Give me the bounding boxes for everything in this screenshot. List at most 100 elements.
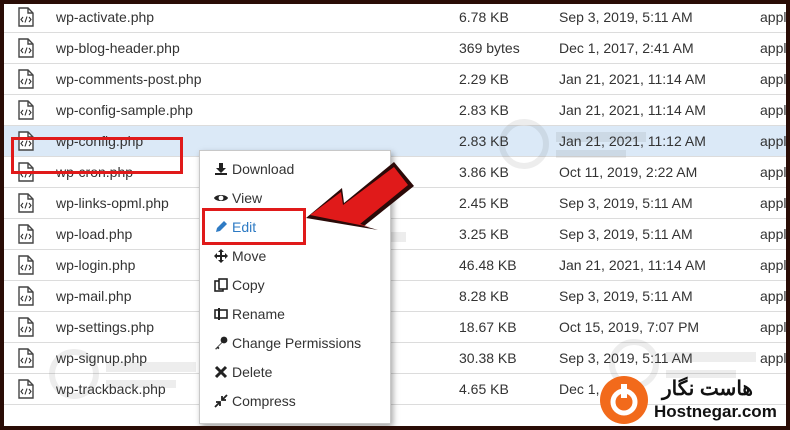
file-size: 2.83 KB — [459, 102, 509, 118]
file-name[interactable]: wp-blog-header.php — [56, 40, 180, 56]
file-row[interactable]: wp-settings.php 18.67 KB Oct 15, 2019, 7:0… — [4, 312, 790, 343]
file-type: applic — [760, 226, 790, 242]
file-size: 369 bytes — [459, 40, 520, 56]
file-row[interactable]: wp-blog-header.php 369 bytes Dec 1, 2017, … — [4, 33, 790, 64]
logo-text-english: Hostnegar.com — [654, 402, 777, 421]
menu-item-label: Copy — [232, 277, 265, 293]
file-type: applic — [760, 71, 790, 87]
copy-icon — [214, 278, 228, 292]
file-size: 2.83 KB — [459, 133, 509, 149]
file-modified-date: Jan 21, 2021, 11:14 AM — [559, 257, 706, 273]
file-name[interactable]: wp-load.php — [56, 226, 132, 242]
file-size: 6.78 KB — [459, 9, 509, 25]
file-type: applic — [760, 9, 790, 25]
php-file-icon — [18, 100, 34, 120]
file-name[interactable]: wp-trackback.php — [56, 381, 166, 397]
menu-item-rename[interactable]: Rename — [214, 303, 285, 325]
file-modified-date: Jan 21, 2021, 11:14 AM — [559, 71, 706, 87]
file-size: 18.67 KB — [459, 319, 517, 335]
file-modified-date: Jan 21, 2021, 11:14 AM — [559, 102, 706, 118]
x-icon — [214, 365, 228, 379]
file-name[interactable]: wp-links-opml.php — [56, 195, 169, 211]
php-file-icon — [18, 7, 34, 27]
file-modified-date: Dec 1, — [559, 381, 600, 397]
power-icon — [610, 384, 638, 416]
menu-item-label: Delete — [232, 364, 273, 380]
file-type: applic — [760, 195, 790, 211]
file-name[interactable]: wp-mail.php — [56, 288, 131, 304]
file-type: applic — [760, 40, 790, 56]
file-size: 46.48 KB — [459, 257, 517, 273]
php-file-icon — [18, 38, 34, 58]
file-modified-date: Sep 3, 2019, 5:11 AM — [559, 9, 693, 25]
php-file-icon — [18, 286, 34, 306]
file-modified-date: Sep 3, 2019, 5:11 AM — [559, 350, 693, 366]
highlight-box-edit — [202, 208, 306, 245]
logo-text-persian: هاست نگار — [662, 378, 753, 400]
file-row[interactable]: wp-mail.php 8.28 KB Sep 3, 2019, 5:11 AM ap… — [4, 281, 790, 312]
file-type: applic — [760, 350, 790, 366]
file-modified-date: Oct 11, 2019, 2:22 AM — [559, 164, 698, 180]
file-name[interactable]: wp-activate.php — [56, 9, 154, 25]
file-type: applic — [760, 288, 790, 304]
file-type: applic — [760, 319, 790, 335]
file-name[interactable]: wp-comments-post.php — [56, 71, 202, 87]
file-manager-window: wp-activate.php 6.78 KB Sep 3, 2019, 5:11 … — [0, 0, 790, 430]
file-row[interactable]: wp-activate.php 6.78 KB Sep 3, 2019, 5:11 … — [4, 4, 790, 33]
brand-logo: هاست نگار Hostnegar.com — [600, 372, 786, 426]
file-modified-date: Sep 3, 2019, 5:11 AM — [559, 288, 693, 304]
key-icon — [215, 336, 228, 350]
rename-icon — [214, 308, 228, 320]
menu-item-label: Change Permissions — [232, 335, 362, 351]
file-size: 3.25 KB — [459, 226, 509, 242]
file-size: 2.45 KB — [459, 195, 509, 211]
file-size: 3.86 KB — [459, 164, 509, 180]
file-type: applic — [760, 164, 790, 180]
file-row[interactable]: wp-signup.php 30.38 KB Sep 3, 2019, 5:11 A… — [4, 343, 790, 374]
php-file-icon — [18, 379, 34, 399]
logo-mark — [600, 376, 648, 424]
file-modified-date: Oct 15, 2019, 7:07 PM — [559, 319, 700, 335]
highlight-box-filename — [11, 137, 183, 174]
menu-item-compress[interactable]: Compress — [214, 390, 296, 412]
file-name[interactable]: wp-login.php — [56, 257, 135, 273]
file-row[interactable]: wp-login.php 46.48 KB Jan 21, 2021, 11:14 … — [4, 250, 790, 281]
file-modified-date: Dec 1, 2017, 2:41 AM — [559, 40, 694, 56]
file-type: applic — [760, 102, 790, 118]
file-row[interactable]: wp-config-sample.php 2.83 KB Jan 21, 2021,… — [4, 95, 790, 126]
menu-item-move[interactable]: Move — [214, 245, 266, 267]
menu-item-label: Download — [232, 161, 295, 177]
menu-item-delete[interactable]: Delete — [214, 361, 272, 383]
download-icon — [215, 163, 227, 175]
php-file-icon — [18, 255, 34, 275]
eye-icon — [214, 195, 228, 201]
file-name[interactable]: wp-settings.php — [56, 319, 154, 335]
menu-item-copy[interactable]: Copy — [214, 274, 265, 296]
file-size: 4.65 KB — [459, 381, 509, 397]
file-size: 8.28 KB — [459, 288, 509, 304]
file-type: applic — [760, 133, 790, 149]
move-arrows-icon — [214, 249, 228, 263]
file-name[interactable]: wp-config-sample.php — [56, 102, 193, 118]
php-file-icon — [18, 224, 34, 244]
menu-item-view[interactable]: View — [214, 187, 262, 209]
file-row[interactable]: wp-comments-post.php 2.29 KB Jan 21, 2021,… — [4, 64, 790, 95]
menu-item-label: Compress — [232, 393, 296, 409]
menu-item-label: View — [232, 190, 263, 206]
php-file-icon — [18, 69, 34, 89]
menu-item-label: Move — [232, 248, 267, 264]
file-modified-date: Jan 21, 2021, 11:12 AM — [559, 133, 706, 149]
pointer-arrow-icon — [306, 162, 414, 230]
compress-icon — [214, 394, 228, 408]
php-file-icon — [18, 348, 34, 368]
file-size: 2.29 KB — [459, 71, 509, 87]
file-size: 30.38 KB — [459, 350, 517, 366]
menu-item-change-permissions[interactable]: Change Permissions — [214, 332, 361, 354]
file-modified-date: Sep 3, 2019, 5:11 AM — [559, 226, 693, 242]
file-modified-date: Sep 3, 2019, 5:11 AM — [559, 195, 693, 211]
file-type: applic — [760, 257, 790, 273]
php-file-icon — [18, 317, 34, 337]
file-name[interactable]: wp-signup.php — [56, 350, 147, 366]
menu-item-label: Rename — [232, 306, 285, 322]
menu-item-download[interactable]: Download — [214, 158, 294, 180]
